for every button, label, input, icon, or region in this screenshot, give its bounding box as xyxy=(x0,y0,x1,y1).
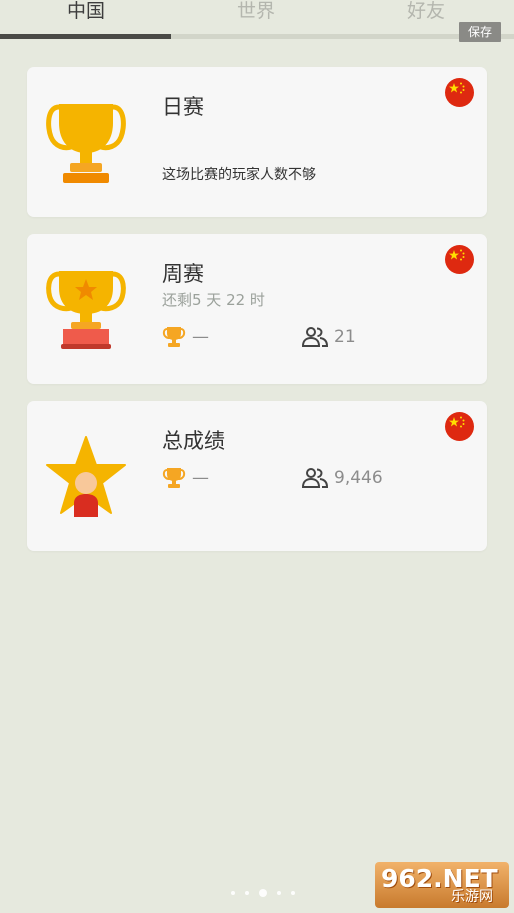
players-stat: 21 xyxy=(302,327,356,347)
daily-contest-card[interactable]: 日赛 这场比赛的玩家人数不够 xyxy=(27,67,487,217)
tab-world[interactable]: 世界 xyxy=(196,0,316,23)
page-indicator xyxy=(226,889,300,897)
people-icon xyxy=(302,327,328,347)
small-trophy-icon xyxy=(162,468,186,488)
rank-value: — xyxy=(192,327,209,347)
trophy-with-star-icon xyxy=(45,266,127,356)
insufficient-players-message: 这场比赛的玩家人数不够 xyxy=(162,167,316,183)
players-count: 9,446 xyxy=(334,468,383,488)
watermark-subtext: 乐游网 xyxy=(451,889,493,905)
overall-score-card[interactable]: 总成绩 — 9,446 xyxy=(27,401,487,551)
tab-friends[interactable]: 好友 xyxy=(366,0,486,23)
gold-trophy-icon xyxy=(45,101,127,191)
weekly-contest-card[interactable]: 周赛 还剩5 天 22 时 — 21 xyxy=(27,234,487,384)
page-dot[interactable] xyxy=(291,891,295,895)
tab-indicator xyxy=(0,34,171,39)
page-dot[interactable] xyxy=(231,891,235,895)
rank-value: — xyxy=(192,468,209,488)
rank-stat: — xyxy=(162,467,209,489)
tab-china[interactable]: 中国 xyxy=(26,0,146,23)
people-icon xyxy=(302,468,328,488)
china-flag-icon xyxy=(445,78,474,107)
page-dot[interactable] xyxy=(277,891,281,895)
star-with-person-icon xyxy=(45,435,127,523)
card-title: 总成绩 xyxy=(162,429,225,453)
page-dot[interactable] xyxy=(245,891,249,895)
page-dot-active[interactable] xyxy=(259,889,267,897)
time-remaining: 还剩5 天 22 时 xyxy=(162,291,265,309)
china-flag-icon xyxy=(445,245,474,274)
small-trophy-icon xyxy=(162,327,186,347)
rank-stat: — xyxy=(162,326,209,348)
save-button[interactable]: 保存 xyxy=(459,22,501,42)
watermark-logo: 962.NET 乐游网 xyxy=(375,862,509,908)
players-count: 21 xyxy=(334,327,356,347)
region-tab-bar: 中国 世界 好友 xyxy=(0,0,514,40)
china-flag-icon xyxy=(445,412,474,441)
card-title: 周赛 xyxy=(162,262,204,286)
players-stat: 9,446 xyxy=(302,468,383,488)
card-title: 日赛 xyxy=(162,95,204,119)
